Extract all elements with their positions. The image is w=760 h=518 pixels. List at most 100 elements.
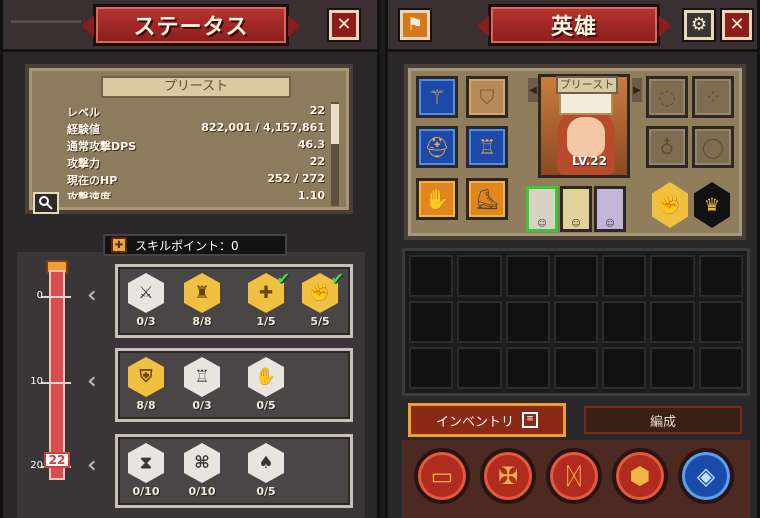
fist-skill-icon[interactable]: ✊ — [652, 182, 688, 228]
ring-slot[interactable]: ◯ — [692, 126, 734, 168]
skill-slot[interactable]: ♜ 8/8 — [180, 273, 224, 333]
hero-close-button[interactable]: ✕ — [722, 10, 752, 40]
prev-hero-button[interactable]: ◀ — [528, 78, 538, 102]
inventory-cell[interactable] — [650, 301, 695, 343]
tab-inventory-label: インベントリ — [435, 414, 514, 430]
status-close-button[interactable]: ✕ — [329, 10, 359, 40]
necklace-slot[interactable]: ◌ — [646, 76, 688, 118]
inventory-cell[interactable] — [650, 347, 695, 389]
chest-button[interactable]: ▭ — [414, 448, 470, 504]
boots-slot[interactable]: ⛸ — [466, 178, 508, 220]
inventory-cell[interactable] — [457, 255, 502, 297]
helmet-slot[interactable]: ⛑ — [416, 126, 458, 168]
inventory-cell[interactable] — [698, 301, 743, 343]
magnifier-icon — [39, 196, 53, 210]
inventory-cell[interactable] — [409, 347, 454, 389]
stat-row: レベル 22 — [67, 104, 325, 120]
header-decoration — [11, 20, 81, 23]
inventory-cell[interactable] — [409, 301, 454, 343]
inventory-cell[interactable] — [553, 301, 599, 343]
skill-count: 0/3 — [136, 315, 156, 328]
status-header: ステータス ✕ — [3, 0, 377, 52]
check-icon: ✔ — [276, 269, 290, 288]
cube-button[interactable]: ⬢ — [612, 448, 668, 504]
flag-button[interactable]: ⚑ — [400, 10, 430, 40]
level-gauge — [49, 270, 65, 480]
bag-slot[interactable]: ♁ — [646, 126, 688, 168]
gear-icon: ⚙ — [690, 14, 708, 35]
armor-slot[interactable]: ♖ — [466, 126, 508, 168]
archer-avatar-icon: ☺ — [571, 219, 581, 229]
armor-icon: ♖ — [184, 357, 220, 397]
stats-scrollbar[interactable] — [331, 102, 339, 206]
inventory-cell[interactable] — [457, 301, 502, 343]
skill-slot[interactable]: ⧗ 0/10 — [124, 443, 168, 503]
next-hero-button[interactable]: ▶ — [632, 78, 642, 102]
cross-icon: ✠ — [497, 462, 519, 490]
party-member-archer[interactable]: ☺ — [560, 186, 592, 232]
staff-icon: ⚚ — [428, 85, 446, 109]
sword-icon: ⚔ — [128, 273, 164, 313]
tier-arrow-icon: ‹‹ — [87, 283, 97, 308]
party-member-mage[interactable]: ☺ — [594, 186, 626, 232]
shield-icon: ⛨ — [128, 357, 164, 397]
inventory-cell[interactable] — [505, 255, 550, 297]
hero-panel: ⚑ 英雄 ⚙ ✕ ⚚ ⛉ ⛑ ♖ ✋ ⛸ ◀ ▶ プリースト LV.22 ◌ ⁘ ♁ ◯ ☺ ☺… — [385, 0, 760, 518]
skill-count: 1/5 — [256, 315, 276, 328]
tab-formation[interactable]: 編成 — [584, 406, 742, 434]
inventory-cell[interactable] — [409, 255, 454, 297]
earrings-slot[interactable]: ⁘ — [692, 76, 734, 118]
stat-label: 攻撃力 — [67, 157, 100, 170]
gauntlet-slot[interactable]: ✋ — [416, 178, 458, 220]
inventory-cell[interactable] — [505, 301, 550, 343]
skill-slot[interactable]: ♖ 0/3 — [180, 357, 224, 417]
gem-icon: ◈ — [696, 462, 716, 490]
ring-icon: ◯ — [701, 135, 725, 159]
gem-button[interactable]: ◈ — [678, 448, 734, 504]
hero-title: 英雄 — [477, 4, 671, 46]
hero-header: ⚑ 英雄 ⚙ ✕ — [388, 0, 757, 52]
skill-slot[interactable]: ⌘ 0/10 — [180, 443, 224, 503]
crown-skill-icon[interactable]: ♛ — [694, 182, 730, 228]
stat-label: 通常攻撃DPS — [67, 140, 137, 153]
cross-button[interactable]: ✠ — [480, 448, 536, 504]
tab-inventory[interactable]: インベントリ ≡ — [408, 403, 566, 437]
rune-button[interactable]: ᛞ — [546, 448, 602, 504]
skill-slot[interactable]: ✊ 5/5 ✔ — [298, 269, 344, 333]
hero-level: LV.22 — [572, 154, 607, 168]
shield-slot[interactable]: ⛉ — [466, 76, 508, 118]
inventory-cell[interactable] — [602, 255, 647, 297]
skill-count: 8/8 — [192, 315, 212, 328]
inventory-cell[interactable] — [650, 255, 695, 297]
stat-label: レベル — [67, 106, 100, 119]
inventory-cell[interactable] — [553, 347, 599, 389]
inventory-cell[interactable] — [602, 301, 647, 343]
inventory-cell[interactable] — [698, 255, 743, 297]
skill-count: 0/3 — [192, 399, 212, 412]
inventory-cell[interactable] — [457, 347, 502, 389]
class-tab: プリースト — [101, 76, 291, 98]
stat-value: 22 — [309, 155, 325, 168]
inventory-cell[interactable] — [505, 347, 550, 389]
skill-slot[interactable]: ⚔ 0/3 — [124, 273, 168, 333]
skill-slot[interactable]: ✋ 0/5 — [244, 357, 288, 417]
necklace-icon: ◌ — [658, 85, 676, 109]
inventory-cell[interactable] — [698, 347, 743, 389]
inventory-cell[interactable] — [553, 255, 599, 297]
gauge-tick — [41, 296, 71, 298]
skill-slot[interactable]: ✚ 1/5 ✔ — [244, 269, 290, 333]
staff-slot[interactable]: ⚚ — [416, 76, 458, 118]
status-title: ステータス — [82, 4, 300, 46]
skill-slot[interactable]: ♠ 0/5 — [244, 443, 288, 503]
magnifier-button[interactable] — [33, 192, 59, 214]
party-member-priest[interactable]: ☺ — [526, 186, 558, 232]
heal-hands-icon: ✋ — [248, 357, 284, 397]
settings-button[interactable]: ⚙ — [684, 10, 714, 40]
inventory-cell[interactable] — [602, 347, 647, 389]
menu-icon: ≡ — [522, 412, 538, 428]
skill-points-label: スキルポイント：0 — [135, 238, 239, 253]
scroll-thumb[interactable] — [331, 104, 339, 144]
skill-slot[interactable]: ⛨ 8/8 — [124, 357, 168, 417]
rune-icon: ᛞ — [566, 462, 582, 490]
helmet-icon: ⛑ — [424, 135, 450, 159]
